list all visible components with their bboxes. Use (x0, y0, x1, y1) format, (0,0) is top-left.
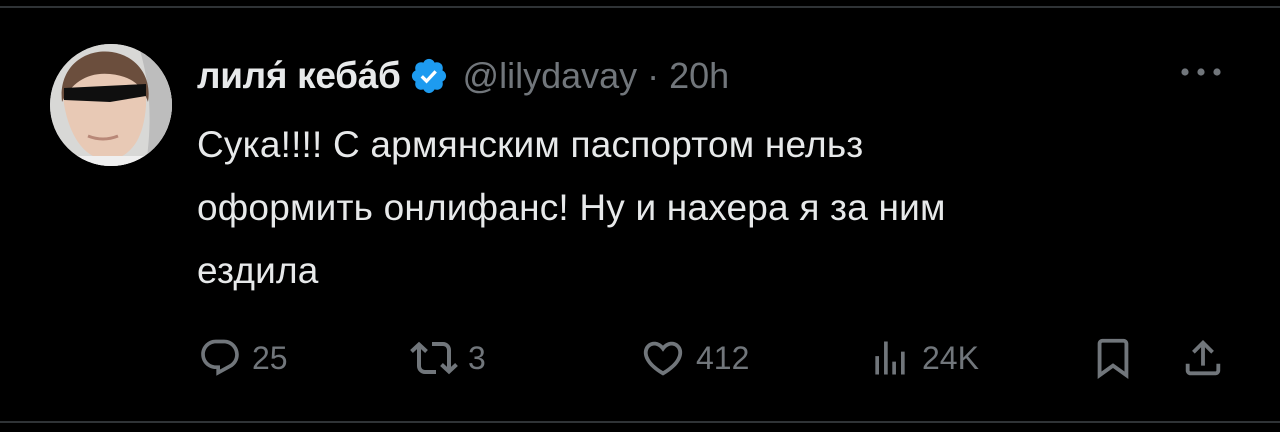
timestamp[interactable]: 20h (669, 55, 729, 97)
separator-dot: · (647, 55, 660, 96)
retweet-icon (410, 341, 458, 375)
more-options-button[interactable] (1176, 60, 1226, 84)
like-count: 412 (696, 339, 750, 376)
display-name[interactable]: лиля́ кеба́б (197, 55, 401, 97)
share-icon (1185, 339, 1221, 376)
bookmark-button[interactable] (1090, 330, 1136, 386)
tweet-header: лиля́ кеба́б @lilydavay · 20h (197, 52, 729, 100)
reply-icon (201, 339, 239, 376)
retweet-button[interactable]: 3 (410, 330, 486, 386)
share-button[interactable] (1180, 330, 1226, 386)
more-horizontal-icon (1181, 68, 1221, 76)
like-button[interactable]: 412 (640, 330, 749, 386)
views-count: 24K (922, 339, 979, 376)
reply-count: 25 (252, 339, 288, 376)
views-button[interactable]: 24K (868, 330, 979, 386)
tweet-text-line: Сука!!!! С армянским паспортом нельз (197, 124, 864, 165)
views-icon (875, 341, 905, 375)
heart-icon (643, 341, 683, 376)
user-handle[interactable]: @lilydavay (463, 55, 638, 97)
tweet-text: Сука!!!! С армянским паспортом нельз офо… (197, 113, 1157, 302)
tweet-text-line: ездила (197, 250, 319, 291)
reply-button[interactable]: 25 (198, 330, 288, 386)
avatar[interactable] (50, 44, 172, 166)
divider-bottom (0, 421, 1280, 423)
action-bar: 25 3 412 24K (0, 330, 1280, 386)
tweet-text-line: оформить онлифанс! Ну и нахера я за ним (197, 187, 946, 228)
bookmark-icon (1097, 338, 1129, 379)
retweet-count: 3 (468, 339, 486, 376)
user-avatar-icon (50, 44, 172, 166)
divider-top (0, 6, 1280, 8)
verified-badge-icon (409, 56, 449, 96)
